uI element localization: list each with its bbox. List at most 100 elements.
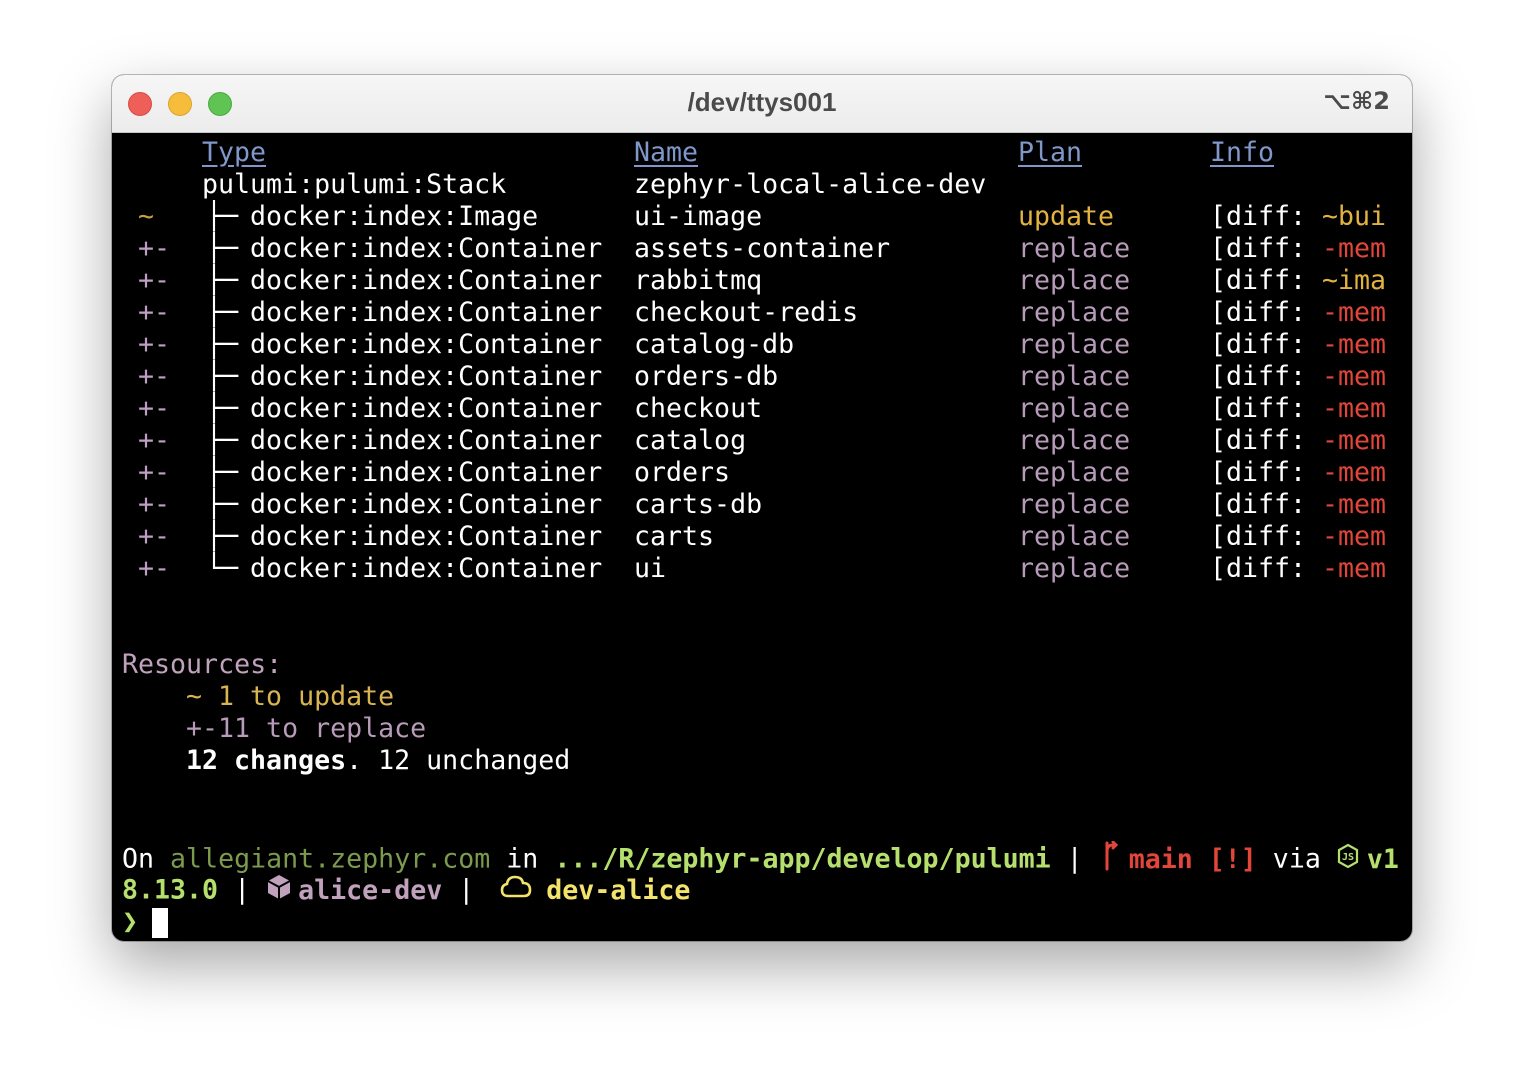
- row-diff: -mem: [1322, 393, 1387, 424]
- table-row: +- ├─ docker:index:Container checkout replac…: [122, 393, 1407, 425]
- row-diff: -mem: [1322, 521, 1387, 552]
- row-op-symbol: +-: [138, 329, 171, 360]
- row-tree-branch: ├─: [206, 393, 239, 424]
- row-type: docker:index:Container: [250, 457, 603, 488]
- row-tree-branch: ├─: [206, 425, 239, 456]
- table-row: +- ├─ docker:index:Container orders replace […: [122, 457, 1407, 489]
- table-row: +- ├─ docker:index:Container checkout-redis…: [122, 297, 1407, 329]
- terminal-window: /dev/ttys001 ⌥⌘2 Type Name Plan Info pul…: [112, 75, 1412, 941]
- resources-title: Resources:: [122, 649, 283, 680]
- row-diff-prefix: [diff:: [1210, 457, 1323, 488]
- row-name: rabbitmq: [634, 265, 763, 296]
- header-plan: Plan: [1018, 137, 1083, 168]
- prompt-status-line-1: On allegiant.zephyr.com in .../R/zephyr-…: [122, 840, 1399, 875]
- row-tree-branch: ├─: [206, 361, 239, 392]
- prompt-path: .../R/zephyr-app/develop/pulumi: [554, 843, 1051, 875]
- row-plan: replace: [1018, 265, 1131, 296]
- row-op-symbol: +-: [138, 553, 171, 584]
- row-plan: replace: [1018, 457, 1131, 488]
- prompt-separator-2: |: [218, 874, 267, 906]
- row-op-symbol: +-: [138, 425, 171, 456]
- title-bar: /dev/ttys001 ⌥⌘2: [112, 75, 1412, 133]
- row-op-symbol: +-: [138, 265, 171, 296]
- row-type: docker:index:Container: [250, 489, 603, 520]
- row-diff: -mem: [1322, 329, 1387, 360]
- table-row: +- ├─ docker:index:Container catalog-db repl…: [122, 329, 1407, 361]
- header-name: Name: [634, 137, 699, 168]
- table-row: +- ├─ docker:index:Container carts replace [d…: [122, 521, 1407, 553]
- row-name: assets-container: [634, 233, 891, 264]
- row-diff: -mem: [1322, 553, 1387, 584]
- prompt-status-line-2: 8.13.0 | alice-dev | dev-alice: [122, 873, 690, 908]
- row-name: ui-image: [634, 201, 763, 232]
- row-op-symbol: +-: [138, 393, 171, 424]
- row-op-symbol: +-: [138, 457, 171, 488]
- row-tree-branch: └─: [206, 553, 239, 584]
- prompt-node-version-a: v1: [1366, 843, 1399, 875]
- row-plan: replace: [1018, 553, 1131, 584]
- svg-text:JS: JS: [1342, 852, 1354, 863]
- table-row: +- ├─ docker:index:Container rabbitmq replac…: [122, 265, 1407, 297]
- row-plan: replace: [1018, 489, 1131, 520]
- row-type: docker:index:Container: [250, 233, 603, 264]
- row-plan: replace: [1018, 329, 1131, 360]
- row-diff-prefix: [diff:: [1210, 201, 1323, 232]
- row-op-symbol: +-: [138, 233, 171, 264]
- row-diff: -mem: [1322, 425, 1387, 456]
- row-type: docker:index:Container: [250, 297, 603, 328]
- row-plan: replace: [1018, 233, 1131, 264]
- row-tree-branch: ├─: [206, 201, 239, 232]
- row-tree-branch: ├─: [206, 329, 239, 360]
- row-type: docker:index:Container: [250, 553, 603, 584]
- row-op-symbol: +-: [138, 521, 171, 552]
- prompt-stack: alice-dev: [298, 874, 443, 906]
- prompt-input-line[interactable]: ❯: [122, 906, 169, 938]
- row-name: orders-db: [634, 361, 779, 392]
- git-branch-icon: [1099, 840, 1121, 879]
- row-diff-prefix: [diff:: [1210, 329, 1323, 360]
- root-name: zephyr-local-alice-dev: [634, 169, 987, 200]
- row-type: docker:index:Container: [250, 521, 603, 552]
- row-name: carts: [634, 521, 715, 552]
- cloud-icon: [500, 874, 532, 908]
- row-tree-branch: ├─: [206, 265, 239, 296]
- row-plan: replace: [1018, 297, 1131, 328]
- table-row: +- └─ docker:index:Container ui replace [diff…: [122, 553, 1407, 585]
- row-diff: ~bui: [1322, 201, 1387, 232]
- row-op-symbol: +-: [138, 361, 171, 392]
- nodejs-icon: JS: [1337, 843, 1359, 877]
- table-row-root: pulumi:pulumi:Stack zephyr-local-alice-d…: [122, 169, 1407, 201]
- resources-replace-line: +-11 to replace: [186, 713, 427, 744]
- prompt-on-text: On: [122, 843, 171, 875]
- row-op-symbol: +-: [138, 489, 171, 520]
- row-op-symbol: +-: [138, 297, 171, 328]
- row-name: checkout-redis: [634, 297, 859, 328]
- row-name: carts-db: [634, 489, 763, 520]
- terminal-content[interactable]: Type Name Plan Info pulumi:pulumi:Stack …: [122, 135, 1407, 938]
- row-name: checkout: [634, 393, 763, 424]
- window-title: /dev/ttys001: [687, 87, 837, 117]
- prompt-char: ❯: [122, 906, 139, 937]
- row-type: docker:index:Container: [250, 425, 603, 456]
- prompt-in-text: in: [490, 843, 555, 875]
- table-header: Type Name Plan Info: [122, 137, 1407, 169]
- row-plan: update: [1018, 201, 1115, 232]
- row-tree-branch: ├─: [206, 457, 239, 488]
- table-row: ~ ├─ docker:index:Image ui-image update [diff…: [122, 201, 1407, 233]
- row-diff-prefix: [diff:: [1210, 553, 1323, 584]
- row-name: orders: [634, 457, 731, 488]
- row-tree-branch: ├─: [206, 297, 239, 328]
- row-diff: -mem: [1322, 457, 1387, 488]
- row-name: ui: [634, 553, 667, 584]
- header-info: Info: [1210, 137, 1275, 168]
- row-diff-prefix: [diff:: [1210, 361, 1323, 392]
- changes-count: 12 changes: [186, 745, 347, 776]
- row-diff: -mem: [1322, 233, 1387, 264]
- row-diff-prefix: [diff:: [1210, 233, 1323, 264]
- prompt-separator-3: |: [442, 874, 491, 906]
- prompt-host: allegiant.zephyr.com: [170, 843, 491, 875]
- prompt-via-text: via: [1256, 843, 1337, 875]
- row-tree-branch: ├─: [206, 489, 239, 520]
- prompt-branch: main [!]: [1128, 843, 1257, 875]
- row-type: docker:index:Container: [250, 265, 603, 296]
